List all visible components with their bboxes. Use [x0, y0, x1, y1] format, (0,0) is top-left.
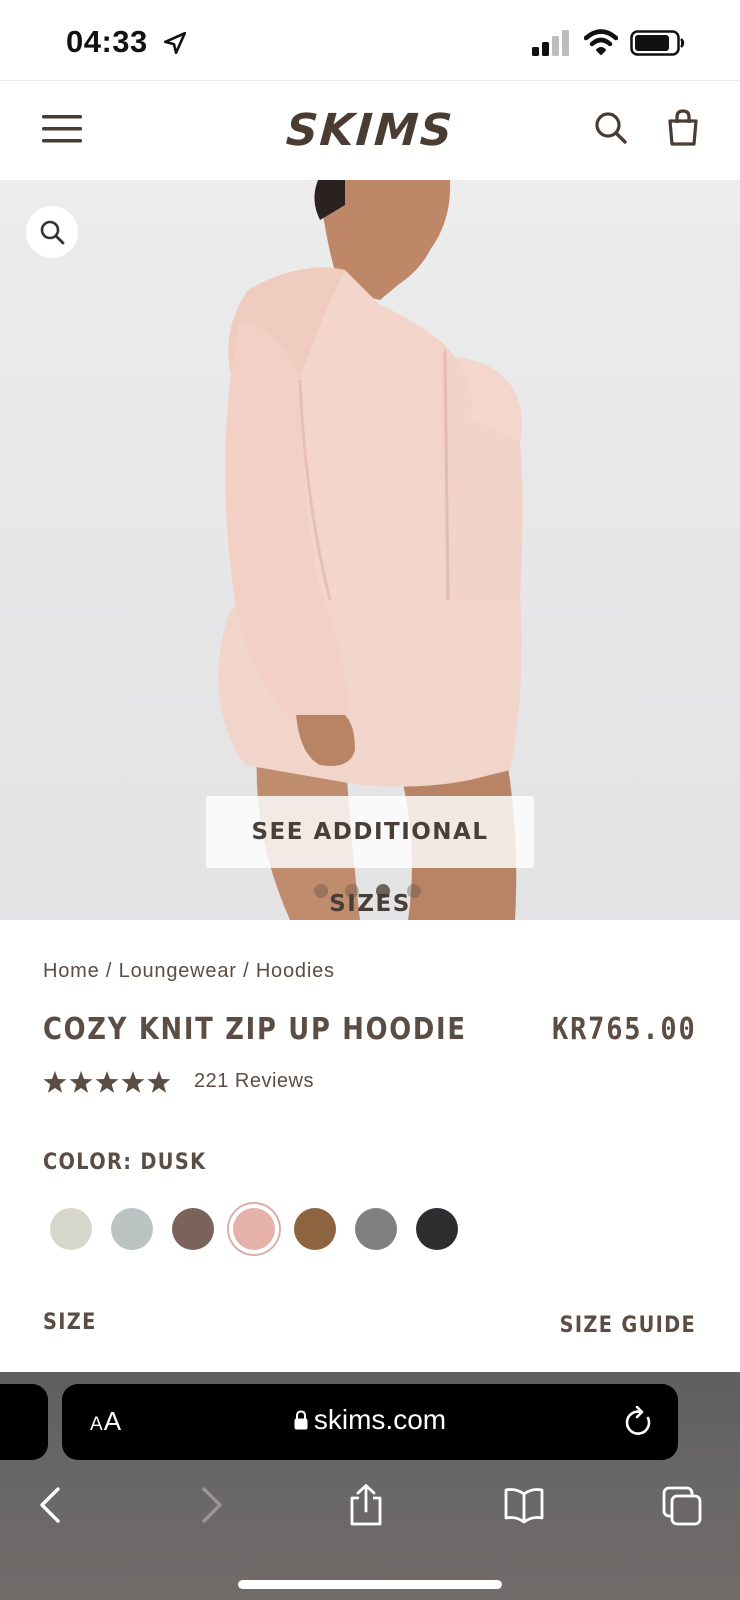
- menu-icon[interactable]: [42, 111, 84, 147]
- shopping-bag-icon[interactable]: [666, 109, 700, 147]
- color-swatch[interactable]: [172, 1208, 214, 1250]
- star-icon: [147, 1071, 171, 1093]
- color-label: COLOR: DUSK: [43, 1150, 207, 1175]
- product-image[interactable]: SEE ADDITIONAL SIZES: [0, 180, 740, 920]
- star-icon: [121, 1071, 145, 1093]
- color-swatch[interactable]: [294, 1208, 336, 1250]
- size-guide-link[interactable]: SIZE GUIDE: [560, 1313, 696, 1338]
- bookmarks-icon[interactable]: [504, 1484, 544, 1526]
- site-header: SKIMS: [0, 80, 740, 180]
- carousel-dot[interactable]: [345, 884, 359, 898]
- wifi-icon: [584, 29, 618, 55]
- rating-stars[interactable]: [43, 1070, 171, 1096]
- zoom-button[interactable]: [26, 206, 78, 258]
- lock-icon: [294, 1410, 308, 1430]
- battery-icon: [630, 30, 685, 56]
- url-domain: skims.com: [313, 1404, 447, 1435]
- back-icon[interactable]: [32, 1484, 72, 1526]
- breadcrumb-home[interactable]: Home: [43, 960, 100, 982]
- breadcrumb-hoodies[interactable]: Hoodies: [256, 960, 335, 982]
- breadcrumb-loungewear[interactable]: Loungewear: [119, 960, 237, 982]
- see-additional-sizes-button[interactable]: SEE ADDITIONAL SIZES: [206, 796, 534, 917]
- size-label: SIZE: [43, 1310, 97, 1335]
- carousel-dots: [314, 884, 434, 900]
- browser-toolbar: AA skims.com: [0, 1372, 740, 1600]
- search-icon[interactable]: [594, 111, 628, 145]
- magnifier-icon: [40, 220, 65, 245]
- forward-icon[interactable]: [190, 1484, 230, 1526]
- color-swatch[interactable]: [355, 1208, 397, 1250]
- reviews-link[interactable]: 221 Reviews: [194, 1070, 314, 1093]
- carousel-dot[interactable]: [376, 884, 390, 898]
- status-bar: 04:33: [0, 0, 740, 80]
- breadcrumb-separator: /: [99, 960, 119, 982]
- star-icon: [95, 1071, 119, 1093]
- breadcrumb: Home / Loungewear / Hoodies: [43, 960, 335, 983]
- location-arrow-icon: [163, 31, 187, 55]
- skims-logo[interactable]: SKIMS: [268, 99, 472, 163]
- carousel-dot[interactable]: [407, 884, 421, 898]
- reload-icon[interactable]: [624, 1406, 654, 1438]
- carousel-dot[interactable]: [314, 884, 328, 898]
- product-title: COZY KNIT ZIP UP HOODIE: [43, 1012, 467, 1047]
- cellular-signal-icon: [532, 30, 569, 56]
- address-bar[interactable]: AA skims.com: [62, 1384, 678, 1460]
- url-text: skims.com: [62, 1404, 678, 1436]
- previous-tab-preview[interactable]: [0, 1384, 48, 1460]
- color-swatch[interactable]: [416, 1208, 458, 1250]
- breadcrumb-separator: /: [236, 960, 256, 982]
- star-icon: [69, 1071, 93, 1093]
- color-swatch[interactable]: [233, 1208, 275, 1250]
- color-swatch[interactable]: [111, 1208, 153, 1250]
- status-time: 04:33: [66, 24, 148, 59]
- color-swatch[interactable]: [50, 1208, 92, 1250]
- share-icon[interactable]: [346, 1484, 386, 1526]
- tabs-icon[interactable]: [662, 1484, 702, 1526]
- star-icon: [43, 1071, 67, 1093]
- product-price: KR765.00: [551, 1012, 696, 1047]
- home-indicator[interactable]: [238, 1580, 502, 1589]
